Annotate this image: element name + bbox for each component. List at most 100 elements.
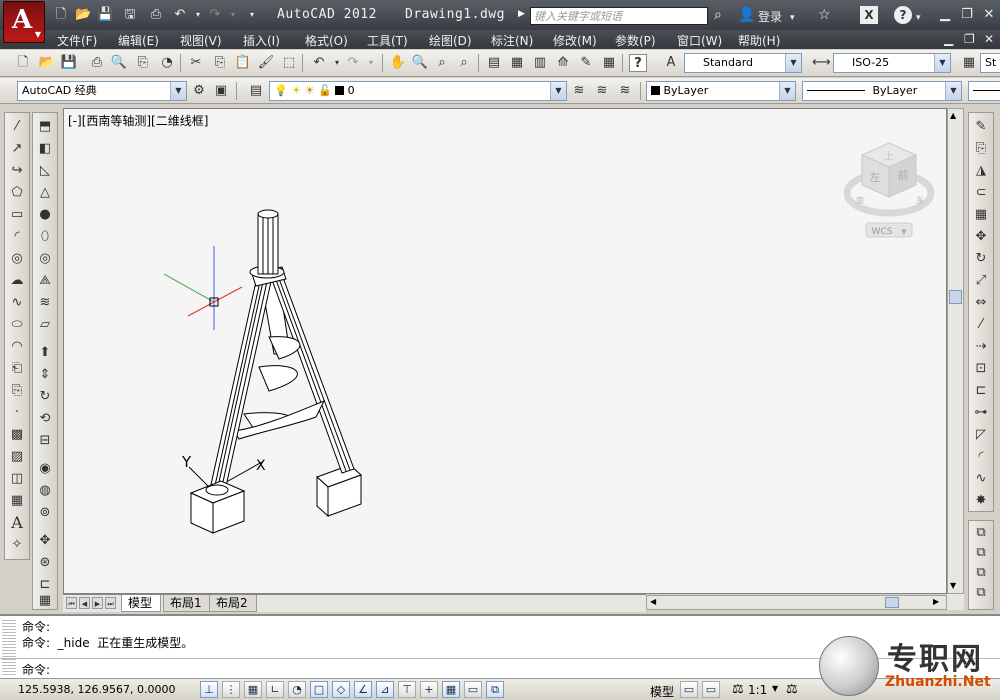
join-icon[interactable]: ⊶ bbox=[971, 403, 991, 423]
menu-dimension[interactable]: 标注(N) bbox=[491, 32, 533, 49]
polysolid-icon[interactable]: ⬒ bbox=[35, 117, 55, 137]
sheet-set-icon[interactable]: ⟰ bbox=[554, 54, 572, 72]
scale-icon[interactable]: ⤢ bbox=[971, 271, 991, 291]
last-tab-icon[interactable]: ⏭ bbox=[105, 597, 116, 609]
markup-icon[interactable]: ✎ bbox=[577, 54, 595, 72]
torus-icon[interactable]: ◎ bbox=[35, 249, 55, 269]
color-select[interactable]: ByLayer ▼ bbox=[646, 81, 796, 101]
binoculars-icon[interactable]: ⌕ bbox=[714, 7, 722, 23]
star-icon[interactable]: ☆ bbox=[818, 7, 831, 23]
tab-model[interactable]: 模型 bbox=[121, 595, 162, 612]
ellipse-icon[interactable]: ⬭ bbox=[7, 315, 27, 335]
first-tab-icon[interactable]: ⏮ bbox=[66, 597, 77, 609]
help-icon[interactable]: ? bbox=[894, 6, 912, 24]
infer-constraints-icon[interactable]: ⊥ bbox=[200, 681, 218, 698]
zoom-previous-icon[interactable]: ⌕ bbox=[455, 54, 473, 72]
menu-parametric[interactable]: 参数(P) bbox=[615, 32, 656, 49]
dim-style-select[interactable]: ISO-25 ▼ bbox=[833, 53, 951, 73]
offset-icon[interactable]: ⊂ bbox=[971, 183, 991, 203]
extend-icon[interactable]: ⇢ bbox=[971, 337, 991, 357]
box-icon[interactable]: ◧ bbox=[35, 139, 55, 159]
block-editor-icon[interactable]: ⬚ bbox=[280, 54, 298, 72]
3d-object-snap-icon[interactable]: ◇ bbox=[332, 681, 350, 698]
construction-line-icon[interactable]: ↗ bbox=[7, 139, 27, 159]
open-folder-icon[interactable]: 📂 bbox=[75, 7, 91, 23]
doc-close-button[interactable]: ✕ bbox=[984, 32, 994, 46]
presspull-icon[interactable]: ⇕ bbox=[35, 365, 55, 385]
scroll-down-icon[interactable]: ▼ bbox=[950, 581, 956, 590]
signin-button[interactable]: 登录 bbox=[758, 8, 782, 25]
array-icon[interactable]: ▦ bbox=[971, 205, 991, 225]
revolve-icon[interactable]: ⟲ bbox=[35, 409, 55, 429]
layer-properties-icon[interactable]: ▤ bbox=[247, 82, 265, 100]
menu-modify[interactable]: 修改(M) bbox=[553, 32, 597, 49]
selection-cycling-icon[interactable]: ⧉ bbox=[486, 681, 504, 698]
rectangle-icon[interactable]: ▭ bbox=[7, 205, 27, 225]
3d-rotate-icon[interactable]: ⊛ bbox=[35, 553, 55, 573]
plot-icon[interactable]: ⎙ bbox=[88, 54, 106, 72]
move-icon[interactable]: ✥ bbox=[971, 227, 991, 247]
table-icon[interactable]: ▦ bbox=[7, 491, 27, 511]
annotation-visibility-icon[interactable]: ⚖ bbox=[786, 682, 798, 697]
redo-dropdown-icon[interactable]: ▾ bbox=[362, 54, 380, 72]
workspace-settings-icon[interactable]: ⚙ bbox=[190, 82, 208, 100]
save-icon[interactable]: 💾 bbox=[60, 54, 78, 72]
undo-dropdown-icon[interactable]: ▾ bbox=[190, 7, 206, 23]
menu-draw[interactable]: 绘图(D) bbox=[429, 32, 472, 49]
subtract-icon[interactable]: ◍ bbox=[35, 481, 55, 501]
make-block-icon[interactable]: ⎘ bbox=[7, 381, 27, 401]
pan-icon[interactable]: ✋ bbox=[389, 54, 407, 72]
match-properties-icon[interactable]: 🖌 bbox=[257, 54, 275, 72]
ortho-mode-icon[interactable]: ∟ bbox=[266, 681, 284, 698]
line-icon[interactable]: ⁄ bbox=[7, 117, 27, 137]
rotate-icon[interactable]: ↻ bbox=[971, 249, 991, 269]
3d-array-icon[interactable]: ▦ bbox=[35, 591, 55, 611]
circle-icon[interactable]: ◎ bbox=[7, 249, 27, 269]
cone-icon[interactable]: △ bbox=[35, 183, 55, 203]
break-icon[interactable]: ⊏ bbox=[971, 381, 991, 401]
wedge-icon[interactable]: ◺ bbox=[35, 161, 55, 181]
restore-button[interactable]: ❐ bbox=[956, 5, 978, 25]
application-menu-button[interactable]: A ▼ bbox=[3, 1, 45, 43]
command-prompt[interactable]: 命令: bbox=[22, 661, 50, 678]
multiline-text-icon[interactable]: A bbox=[7, 513, 27, 533]
annotation-scale-icon[interactable]: ⚖ bbox=[732, 682, 744, 697]
horizontal-scrollbar[interactable]: ◀ ▶ bbox=[646, 595, 947, 610]
erase-icon[interactable]: ✎ bbox=[971, 117, 991, 137]
send-under-icon[interactable]: ⧉ bbox=[971, 583, 991, 603]
open-icon[interactable]: 📂 bbox=[38, 54, 56, 72]
dim-style-icon[interactable]: ⟷ bbox=[812, 54, 831, 72]
coordinates-readout[interactable]: 125.5938, 126.9567, 0.0000 bbox=[18, 683, 175, 696]
copy-object-icon[interactable]: ⎘ bbox=[971, 139, 991, 159]
zoom-realtime-icon[interactable]: 🔍 bbox=[411, 54, 429, 72]
blend-curves-icon[interactable]: ∿ bbox=[971, 469, 991, 489]
transparency-icon[interactable]: ▦ bbox=[442, 681, 460, 698]
linetype-select[interactable]: ByLayer ▼ bbox=[802, 81, 962, 101]
dynamic-input-icon[interactable]: ⊤ bbox=[398, 681, 416, 698]
table-style-select[interactable]: St bbox=[980, 53, 1000, 73]
annotation-scale-value[interactable]: 1:1 bbox=[748, 683, 767, 697]
doc-restore-button[interactable]: ❐ bbox=[964, 32, 975, 46]
workspace-select[interactable]: AutoCAD 经典 ▼ bbox=[17, 81, 187, 101]
user-icon[interactable]: 👤 bbox=[738, 7, 755, 23]
print-icon[interactable]: ⎙ bbox=[148, 7, 164, 23]
polygon-icon[interactable]: ⬠ bbox=[7, 183, 27, 203]
helix-icon[interactable]: ≋ bbox=[35, 293, 55, 313]
break-at-point-icon[interactable]: ⊡ bbox=[971, 359, 991, 379]
bring-above-icon[interactable]: ⧉ bbox=[971, 563, 991, 583]
scroll-right-icon[interactable]: ▶ bbox=[933, 597, 939, 606]
bring-to-front-icon[interactable]: ⧉ bbox=[971, 523, 991, 543]
pyramid-icon[interactable]: ⟁ bbox=[35, 271, 55, 291]
exchange-icon[interactable]: X bbox=[860, 6, 878, 24]
minimize-button[interactable]: ▁ bbox=[934, 5, 956, 25]
polyline-icon[interactable]: ↪ bbox=[7, 161, 27, 181]
trim-icon[interactable]: ⁄ bbox=[971, 315, 991, 335]
quick-view-layouts-icon[interactable]: ▭ bbox=[680, 681, 698, 698]
search-expand-icon[interactable]: ▶ bbox=[518, 9, 525, 19]
menu-insert[interactable]: 插入(I) bbox=[243, 32, 280, 49]
quickcalc-icon[interactable]: ▦ bbox=[600, 54, 618, 72]
help-icon[interactable]: ? bbox=[629, 54, 647, 72]
tool-palettes-icon[interactable]: ▥ bbox=[531, 54, 549, 72]
extrude-icon[interactable]: ⬆ bbox=[35, 343, 55, 363]
undo-icon[interactable]: ↶ bbox=[172, 7, 188, 23]
